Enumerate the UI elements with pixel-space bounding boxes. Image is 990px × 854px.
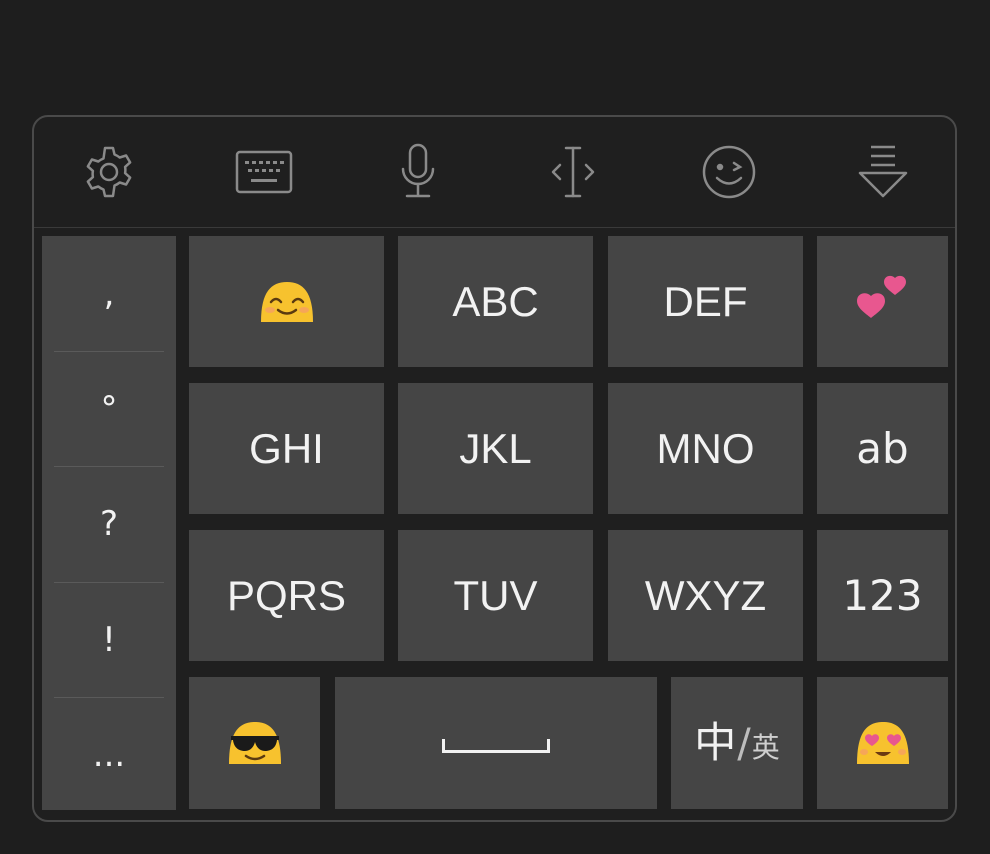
number-mode-key[interactable]: 123 [817,530,948,661]
emoji-key-hearts[interactable] [817,236,948,367]
key-label: DEF [663,277,748,325]
emoji-key-smile[interactable] [189,236,384,367]
key-wxyz[interactable]: WXYZ [608,530,803,661]
space-bar-icon [442,733,550,753]
key-mno[interactable]: MNO [608,383,803,514]
keyboard-switch-button[interactable] [234,142,294,202]
key-jkl[interactable]: JKL [398,383,593,514]
language-switch-label: 中 / 英 [694,718,780,767]
key-label: JKL [459,424,532,472]
keyboard-icon [235,149,293,195]
heart-eyes-emoji [853,718,913,768]
key-label: ab [856,424,909,473]
lang-separator: / [737,721,751,767]
cursor-move-icon [548,144,598,200]
punctuation-exclamation-key[interactable]: ! [54,582,164,697]
key-label: ABC [452,277,539,325]
two-hearts-emoji [853,274,913,330]
key-label: PQRS [226,571,347,619]
lang-chinese-label: 中 [694,718,737,767]
settings-button[interactable] [79,142,139,202]
keyboard-panel: , ° ? ! ... ABC DEF GHI JKL MNO ab PQRS … [32,115,957,822]
space-key[interactable] [335,677,657,809]
key-label: WXYZ [644,571,767,619]
gear-icon [81,144,137,200]
sunglasses-emoji [225,718,285,768]
punctuation-ellipsis-key[interactable]: ... [54,697,164,812]
voice-input-button[interactable] [388,142,448,202]
key-def[interactable]: DEF [608,236,803,367]
key-label: MNO [656,424,755,472]
punctuation-degree-key[interactable]: ° [54,351,164,466]
hide-keyboard-button[interactable] [853,142,913,202]
emoji-panel-button[interactable] [699,142,759,202]
key-abc[interactable]: ABC [398,236,593,367]
letter-mode-key[interactable]: ab [817,383,948,514]
key-label: 123 [842,571,923,620]
keyboard-toolbar [34,117,955,228]
hide-keyboard-icon [857,143,909,201]
cursor-control-button[interactable] [543,142,603,202]
microphone-icon [398,143,438,201]
key-label: TUV [453,571,538,619]
lang-english-label: 英 [751,731,780,764]
punctuation-comma-key[interactable]: , [54,236,164,351]
language-switch-key[interactable]: 中 / 英 [671,677,803,809]
emoji-key-heart-eyes[interactable] [817,677,948,809]
punctuation-column: , ° ? ! ... [42,236,176,810]
key-label: GHI [249,424,324,472]
key-tuv[interactable]: TUV [398,530,593,661]
key-pqrs[interactable]: PQRS [189,530,384,661]
emoji-key-sunglasses[interactable] [189,677,320,809]
wink-face-icon [701,144,757,200]
smiling-blush-emoji [257,278,317,326]
key-ghi[interactable]: GHI [189,383,384,514]
punctuation-question-key[interactable]: ? [54,466,164,581]
